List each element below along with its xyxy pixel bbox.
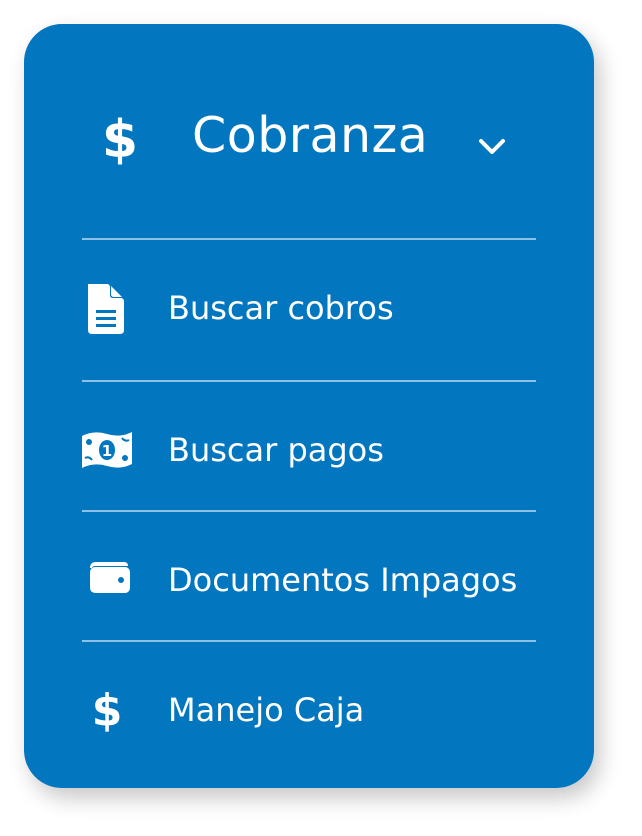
wallet-icon [80, 548, 134, 604]
dollar-icon: $ [80, 678, 134, 734]
menu-item-label: Buscar pagos [168, 431, 384, 469]
svg-text:$: $ [92, 685, 123, 734]
menu-item-manejo-caja[interactable]: $ Manejo Caja [24, 642, 594, 770]
menu-item-label: Documentos Impagos [168, 561, 518, 599]
document-icon [80, 280, 134, 336]
menu-item-label: Manejo Caja [168, 691, 365, 729]
menu-header-cobranza[interactable]: $ Cobranza [24, 24, 594, 238]
svg-text:1: 1 [102, 442, 112, 460]
dollar-icon: $ [102, 110, 138, 166]
menu-item-buscar-pagos[interactable]: 1 Buscar pagos [24, 382, 594, 510]
menu-header-title: Cobranza [192, 107, 429, 164]
menu-item-documentos-impagos[interactable]: Documentos Impagos [24, 512, 594, 640]
banknote-icon: 1 [80, 422, 134, 478]
svg-text:$: $ [102, 110, 138, 166]
menu-item-buscar-cobros[interactable]: Buscar cobros [24, 240, 594, 368]
menu-item-label: Buscar cobros [168, 289, 394, 327]
chevron-down-icon[interactable] [476, 132, 508, 160]
cobranza-menu-card: $ Cobranza Buscar cobros 1 Buscar pagos … [24, 24, 594, 788]
